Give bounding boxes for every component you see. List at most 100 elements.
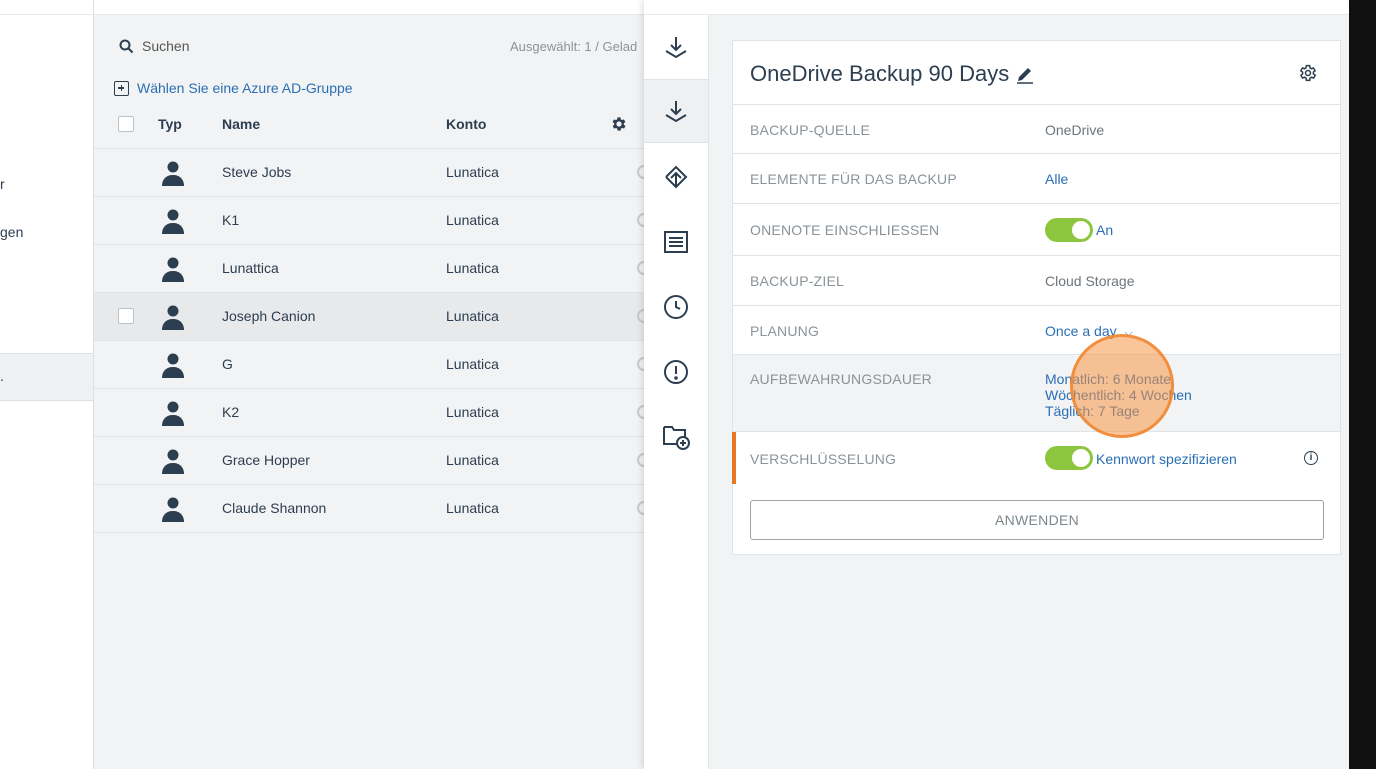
user-account: Lunatica [446, 308, 499, 324]
document-icon [664, 231, 688, 253]
row-backup-items: ELEMENTE FÜR DAS BACKUP Alle [733, 153, 1340, 203]
user-name: K1 [222, 212, 240, 228]
user-icon [162, 449, 184, 474]
azure-link-label: Wählen Sie eine Azure AD-Gruppe [137, 80, 353, 96]
table-header: Typ Name Konto [94, 100, 645, 149]
select-azure-group-link[interactable]: Wählen Sie eine Azure AD-Gruppe [114, 80, 353, 96]
action-icon-rail [644, 15, 709, 769]
user-account: Lunatica [446, 452, 499, 468]
column-type[interactable]: Typ [158, 116, 182, 132]
table-row-selected[interactable]: Joseph Canion Lunatica [94, 293, 645, 341]
sidebar-topbar [0, 0, 93, 15]
user-icon [162, 401, 184, 426]
table-row[interactable]: K2 Lunatica [94, 389, 645, 437]
row-checkbox[interactable] [118, 308, 134, 324]
row-schedule: PLANUNG Once a day ⌵ [733, 305, 1340, 354]
schedule-dropdown[interactable]: Once a day ⌵ [1045, 323, 1133, 340]
encryption-toggle[interactable] [1045, 446, 1093, 470]
backup-source-value: OneDrive [1045, 122, 1105, 138]
detail-topbar [644, 0, 1349, 15]
backup-items-link[interactable]: Alle [1045, 171, 1068, 187]
backup-target-value: Cloud Storage [1045, 273, 1135, 289]
user-icon [162, 353, 184, 378]
search-label: Suchen [142, 38, 190, 54]
search-icon [119, 39, 134, 53]
download-icon [665, 37, 687, 59]
onenote-toggle[interactable] [1045, 218, 1093, 242]
user-account: Lunatica [446, 500, 499, 516]
user-icon [162, 497, 184, 522]
left-sidebar: r gen . [0, 0, 94, 769]
rail-backup-plan[interactable] [644, 79, 708, 143]
row-retention: AUFBEWAHRUNGSDAUER Monatlich: 6 Monate W… [733, 354, 1340, 431]
edit-pencil-icon[interactable] [1015, 64, 1035, 84]
user-account: Lunatica [446, 260, 499, 276]
retention-link[interactable]: Monatlich: 6 Monate Wöchentlich: 4 Woche… [1045, 371, 1192, 419]
sidebar-item-3: . [0, 368, 4, 384]
user-table: Steve Jobs Lunatica K1 Lunatica Lunattic… [94, 149, 645, 533]
retention-label: AUFBEWAHRUNGSDAUER [750, 371, 932, 387]
chevron-down-icon: ⌵ [1124, 327, 1133, 339]
user-account: Lunatica [446, 212, 499, 228]
table-row[interactable]: Steve Jobs Lunatica [94, 149, 645, 197]
retention-daily: Täglich: 7 Tage [1045, 403, 1140, 419]
backup-source-label: BACKUP-QUELLE [750, 122, 871, 138]
user-list-panel: Suchen Ausgewählt: 1 / Gelad Wählen Sie … [94, 0, 645, 769]
apply-button[interactable]: ANWENDEN [750, 500, 1324, 540]
user-name: Joseph Canion [222, 308, 316, 324]
column-name[interactable]: Name [222, 116, 260, 132]
table-row[interactable]: K1 Lunatica [94, 197, 645, 245]
sidebar-item-active[interactable]: . [0, 353, 93, 401]
user-account: Lunatica [446, 356, 499, 372]
recovery-icon [665, 165, 688, 189]
user-name: Steve Jobs [222, 164, 292, 180]
rail-add-folder[interactable] [644, 404, 708, 468]
user-name: G [222, 356, 233, 372]
user-name: K2 [222, 404, 240, 420]
alert-icon [664, 360, 688, 384]
add-folder-icon [663, 426, 690, 450]
row-backup-source: BACKUP-QUELLE OneDrive [733, 104, 1340, 153]
plan-settings-gear-icon[interactable] [1298, 63, 1318, 83]
user-icon [162, 257, 184, 282]
row-backup-target: BACKUP-ZIEL Cloud Storage [733, 255, 1340, 305]
user-icon [162, 305, 184, 330]
rail-backup-now[interactable] [644, 15, 708, 79]
selection-count: Ausgewählt: 1 / Gelad [510, 39, 638, 54]
schedule-value: Once a day [1045, 323, 1117, 339]
plan-title-text: OneDrive Backup 90 Days [750, 61, 1010, 86]
user-name: Lunattica [222, 260, 279, 276]
screen-edge [1349, 0, 1376, 769]
table-row[interactable]: Lunattica Lunatica [94, 245, 645, 293]
rail-recovery[interactable] [644, 145, 708, 209]
backup-target-label: BACKUP-ZIEL [750, 273, 844, 289]
sidebar-item-1[interactable]: r [0, 176, 5, 192]
select-all-checkbox[interactable] [118, 116, 134, 132]
rail-history[interactable] [644, 275, 708, 339]
user-name: Claude Shannon [222, 500, 327, 516]
download-icon [665, 101, 687, 123]
onenote-toggle-label: An [1096, 222, 1114, 238]
table-row[interactable]: Grace Hopper Lunatica [94, 437, 645, 485]
user-icon [162, 209, 184, 234]
column-account[interactable]: Konto [446, 116, 486, 132]
column-settings-gear-icon[interactable] [610, 115, 628, 133]
user-account: Lunatica [446, 404, 499, 420]
retention-weekly: Wöchentlich: 4 Wochen [1045, 387, 1192, 403]
row-encryption: VERSCHLÜSSELUNG Kennwort spezifizieren i [732, 431, 1340, 484]
sidebar-item-2[interactable]: gen [0, 224, 23, 240]
table-row[interactable]: G Lunatica [94, 341, 645, 389]
encryption-password-link[interactable]: Kennwort spezifizieren [1096, 451, 1237, 467]
search-box[interactable]: Suchen [119, 38, 189, 54]
info-icon[interactable]: i [1304, 451, 1318, 465]
table-row[interactable]: Claude Shannon Lunatica [94, 485, 645, 533]
rail-alerts[interactable] [644, 340, 708, 404]
backup-items-label: ELEMENTE FÜR DAS BACKUP [750, 171, 957, 187]
plus-box-icon [114, 80, 129, 96]
rail-activities[interactable] [644, 210, 708, 274]
clock-icon [664, 295, 688, 319]
retention-monthly: Monatlich: 6 Monate [1045, 371, 1172, 387]
user-account: Lunatica [446, 164, 499, 180]
encryption-label: VERSCHLÜSSELUNG [750, 451, 897, 467]
backup-plan-panel: OneDrive Backup 90 Days BACKUP-QUELLE On… [644, 0, 1349, 769]
